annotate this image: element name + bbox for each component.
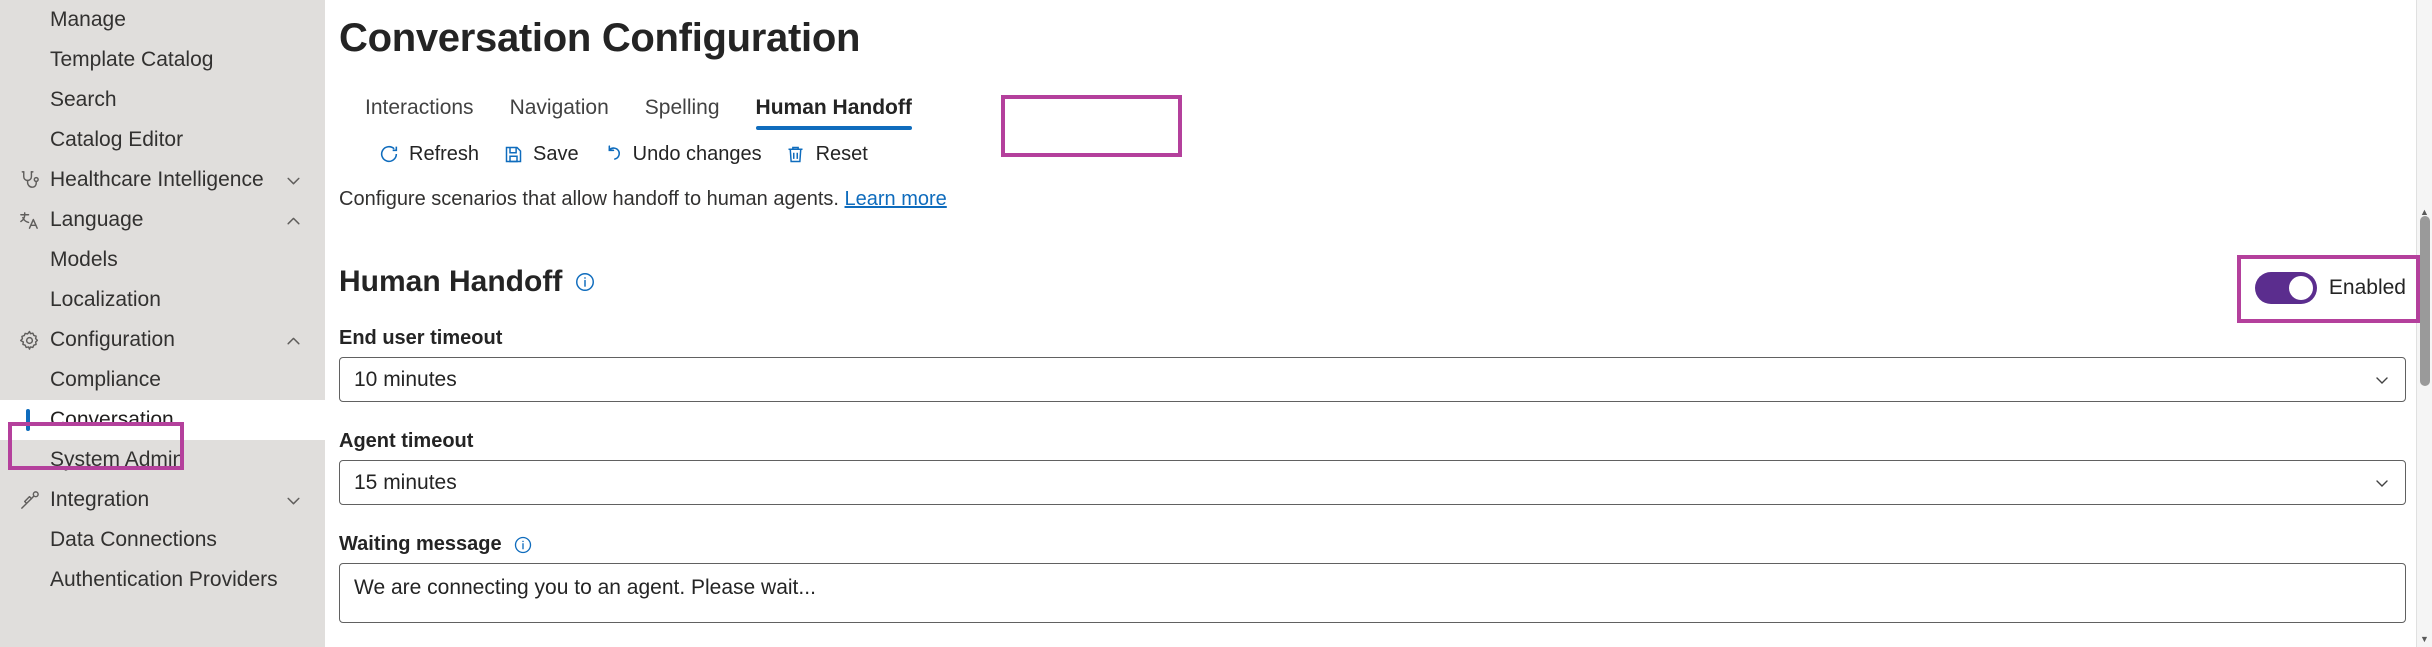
tab-interactions[interactable]: Interactions	[339, 97, 492, 130]
sidebar-item-label: Integration	[50, 488, 150, 511]
toggle-knob	[2288, 276, 2313, 300]
tab-spelling[interactable]: Spelling	[627, 97, 738, 130]
sidebar-item-label: Language	[50, 208, 144, 231]
undo-icon	[601, 142, 625, 166]
description-sentence: Configure scenarios that allow handoff t…	[339, 188, 839, 210]
tab-label: Navigation	[509, 96, 609, 119]
sidebar-item-language[interactable]: Language	[0, 200, 325, 240]
sidebar-item-catalog-editor[interactable]: Catalog Editor	[0, 120, 325, 160]
undo-label: Undo changes	[632, 142, 762, 165]
waiting-message-label: Waiting message	[339, 533, 502, 555]
tab-label: Spelling	[644, 96, 720, 119]
enabled-toggle[interactable]	[2254, 272, 2317, 304]
refresh-icon	[377, 142, 401, 166]
scroll-down-arrow[interactable]: ▼	[2417, 631, 2432, 647]
enabled-toggle-group: Enabled	[2254, 272, 2406, 304]
sidebar-item-template-catalog[interactable]: Template Catalog	[0, 40, 325, 80]
app-root: Manage Template Catalog Search Catalog Edit…	[0, 0, 2432, 647]
section-title: Human Handoff	[339, 265, 563, 298]
chevron-up-icon[interactable]	[285, 331, 303, 349]
agent-timeout-label: Agent timeout	[339, 430, 474, 452]
active-tab-underline	[755, 126, 912, 130]
sidebar-item-label: Template Catalog	[50, 48, 214, 71]
field-end-user-timeout: End user timeout 10 minutes	[339, 327, 2406, 402]
end-user-timeout-dropdown[interactable]: 10 minutes	[339, 357, 2406, 402]
sidebar-item-healthcare-intelligence[interactable]: Healthcare Intelligence	[0, 160, 325, 200]
page-title: Conversation Configuration	[339, 16, 861, 60]
agent-timeout-value: 15 minutes	[354, 470, 457, 494]
info-icon-waiting-message[interactable]	[512, 534, 534, 556]
sidebar-item-data-connections[interactable]: Data Connections	[0, 520, 325, 560]
agent-timeout-dropdown[interactable]: 15 minutes	[339, 460, 2406, 505]
sidebar-item-conversation[interactable]: Conversation	[0, 400, 325, 440]
refresh-button[interactable]: Refresh	[367, 137, 489, 171]
plug-icon	[14, 487, 44, 513]
end-user-timeout-value: 10 minutes	[354, 367, 457, 391]
sidebar-item-label: Models	[50, 248, 118, 271]
sidebar-item-system-admin[interactable]: System Admin	[0, 440, 325, 480]
main-content: Conversation Configuration Interactions N…	[325, 0, 2432, 647]
sidebar-item-label: Authentication Providers	[50, 568, 278, 591]
stethoscope-icon	[14, 167, 44, 193]
undo-changes-button[interactable]: Undo changes	[591, 137, 772, 171]
selected-indicator-bar	[26, 409, 30, 431]
scrollbar-thumb[interactable]	[2420, 216, 2430, 386]
nav-list: Manage Template Catalog Search Catalog Edit…	[0, 0, 325, 600]
description-text: Configure scenarios that allow handoff t…	[339, 188, 2432, 211]
reset-button[interactable]: Reset	[774, 137, 878, 171]
sidebar-item-manage[interactable]: Manage	[0, 0, 325, 40]
tab-list: Interactions Navigation Spelling Human Hand…	[339, 84, 2432, 130]
waiting-message-input[interactable]: We are connecting you to an agent. Pleas…	[339, 563, 2406, 623]
sidebar-item-search[interactable]: Search	[0, 80, 325, 120]
section-header: Human Handoff	[339, 265, 2432, 299]
info-icon-human-handoff[interactable]	[574, 271, 596, 293]
sidebar-item-localization[interactable]: Localization	[0, 280, 325, 320]
learn-more-link[interactable]: Learn more	[845, 188, 947, 210]
field-waiting-message: Waiting message We are connecting you to…	[339, 533, 2406, 623]
sidebar-item-compliance[interactable]: Compliance	[0, 360, 325, 400]
sidebar-item-label: System Admin	[50, 448, 185, 471]
sidebar-item-label: Conversation	[50, 408, 174, 431]
sidebar-item-label: Catalog Editor	[50, 128, 184, 151]
reset-label: Reset	[815, 142, 868, 165]
tab-label: Human Handoff	[755, 96, 912, 119]
sidebar-item-authentication-providers[interactable]: Authentication Providers	[0, 560, 325, 600]
save-button[interactable]: Save	[491, 137, 589, 171]
chevron-down-icon	[2373, 474, 2391, 492]
end-user-timeout-label: End user timeout	[339, 327, 503, 349]
sidebar-item-label: Compliance	[50, 368, 161, 391]
sidebar-item-configuration[interactable]: Configuration	[0, 320, 325, 360]
gear-icon	[14, 327, 44, 353]
left-navigation-sidebar: Manage Template Catalog Search Catalog Edit…	[0, 0, 325, 647]
sidebar-item-integration[interactable]: Integration	[0, 480, 325, 520]
field-agent-timeout: Agent timeout 15 minutes	[339, 430, 2406, 505]
refresh-label: Refresh	[409, 142, 480, 165]
sidebar-item-label: Configuration	[50, 328, 175, 351]
chevron-down-icon	[2373, 371, 2391, 389]
trash-icon	[784, 142, 808, 166]
tab-label: Interactions	[365, 96, 474, 119]
sidebar-item-label: Manage	[50, 8, 126, 31]
sidebar-item-models[interactable]: Models	[0, 240, 325, 280]
vertical-scrollbar[interactable]: ▲ ▼	[2416, 0, 2432, 647]
chevron-down-icon[interactable]	[285, 491, 303, 509]
command-toolbar: Refresh Save Undo changes Reset	[367, 136, 2432, 172]
sidebar-item-label: Localization	[50, 288, 161, 311]
waiting-message-label-row: Waiting message	[339, 533, 2406, 556]
chevron-down-icon[interactable]	[285, 171, 303, 189]
tab-navigation[interactable]: Navigation	[492, 97, 627, 130]
sidebar-item-label: Search	[50, 88, 117, 111]
sidebar-item-label: Data Connections	[50, 528, 217, 551]
save-icon	[501, 142, 525, 166]
sidebar-item-label: Healthcare Intelligence	[50, 168, 264, 191]
tab-human-handoff[interactable]: Human Handoff	[738, 97, 930, 130]
translate-icon	[14, 207, 44, 233]
chevron-up-icon[interactable]	[285, 211, 303, 229]
save-label: Save	[533, 142, 579, 165]
enabled-toggle-label: Enabled	[2328, 276, 2406, 299]
